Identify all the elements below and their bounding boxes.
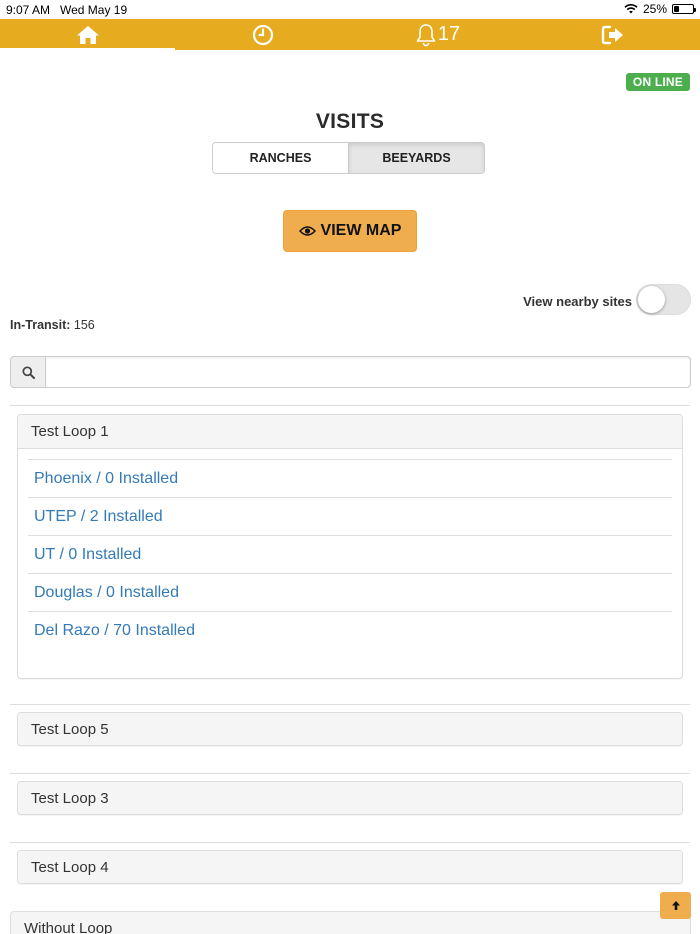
scroll-top-button[interactable]: [660, 892, 691, 919]
home-icon: [76, 25, 99, 44]
loop-panel-header[interactable]: Test Loop 5: [18, 713, 682, 745]
loop-panel-header[interactable]: Without Loop: [11, 912, 690, 934]
in-transit-value: 156: [73, 318, 95, 332]
tab-beeyards[interactable]: BEEYARDS: [348, 143, 484, 173]
site-list-item[interactable]: Del Razo / 70 Installed: [28, 611, 672, 649]
top-nav: 17: [0, 19, 700, 51]
search-icon: [21, 365, 35, 379]
wifi-icon: [624, 4, 638, 14]
search-button[interactable]: [10, 356, 45, 388]
view-map-button[interactable]: VIEW MAP: [283, 210, 417, 252]
loop-panel-without-loop: Without Loop: [10, 911, 691, 934]
divider: [10, 704, 690, 705]
in-transit-label: In-Transit:: [10, 318, 71, 332]
page-title: VISITS: [315, 110, 385, 133]
in-transit-info: In-Transit: 156: [10, 318, 95, 332]
loop-panel-header[interactable]: Test Loop 3: [18, 782, 682, 814]
nav-logout[interactable]: [525, 19, 700, 50]
status-badge: ON LINE: [625, 73, 690, 91]
clock-icon: [252, 24, 273, 45]
loop-panel-test-loop-5: Test Loop 5: [17, 712, 683, 746]
loop-panel-header[interactable]: Test Loop 1: [18, 415, 682, 449]
bell-icon: [416, 23, 436, 46]
loop-panel-header[interactable]: Test Loop 4: [18, 851, 682, 883]
visit-type-tabs: RANCHES BEEYARDS: [212, 142, 485, 174]
site-list-item[interactable]: UT / 0 Installed: [28, 535, 672, 573]
battery-icon: [672, 4, 696, 14]
divider: [10, 842, 690, 843]
search-group: [10, 356, 691, 388]
site-list-item[interactable]: Douglas / 0 Installed: [28, 573, 672, 611]
nav-notifications[interactable]: 17: [350, 19, 525, 50]
nearby-sites-label: View nearby sites: [523, 294, 632, 309]
arrow-up-icon: [671, 901, 680, 910]
site-list: Phoenix / 0 Installed UTEP / 2 Installed…: [18, 449, 682, 669]
site-list-item[interactable]: Phoenix / 0 Installed: [28, 459, 672, 497]
toggle-knob: [638, 286, 665, 313]
tab-ranches[interactable]: RANCHES: [213, 143, 348, 173]
nearby-sites-toggle[interactable]: [636, 284, 691, 315]
divider: [10, 405, 690, 406]
view-map-label: VIEW MAP: [320, 222, 402, 239]
eye-icon: [298, 226, 316, 236]
loop-panel-test-loop-4: Test Loop 4: [17, 850, 683, 884]
divider: [10, 773, 690, 774]
battery-percent: 25%: [642, 2, 667, 16]
loop-panel-test-loop-1: Test Loop 1 Phoenix / 0 Installed UTEP /…: [17, 414, 683, 679]
notification-count: 17: [437, 23, 461, 45]
status-bar: 9:07 AM Wed May 19 25%: [0, 0, 700, 19]
site-list-item[interactable]: UTEP / 2 Installed: [28, 497, 672, 535]
status-right: 25%: [624, 2, 696, 16]
search-input[interactable]: [45, 356, 691, 388]
sign-out-icon: [601, 25, 623, 44]
status-time: 9:07 AM: [6, 3, 51, 17]
loop-panel-test-loop-3: Test Loop 3: [17, 781, 683, 815]
nav-home[interactable]: [0, 19, 175, 51]
nav-history[interactable]: [175, 19, 350, 50]
status-date: Wed May 19: [60, 3, 128, 17]
